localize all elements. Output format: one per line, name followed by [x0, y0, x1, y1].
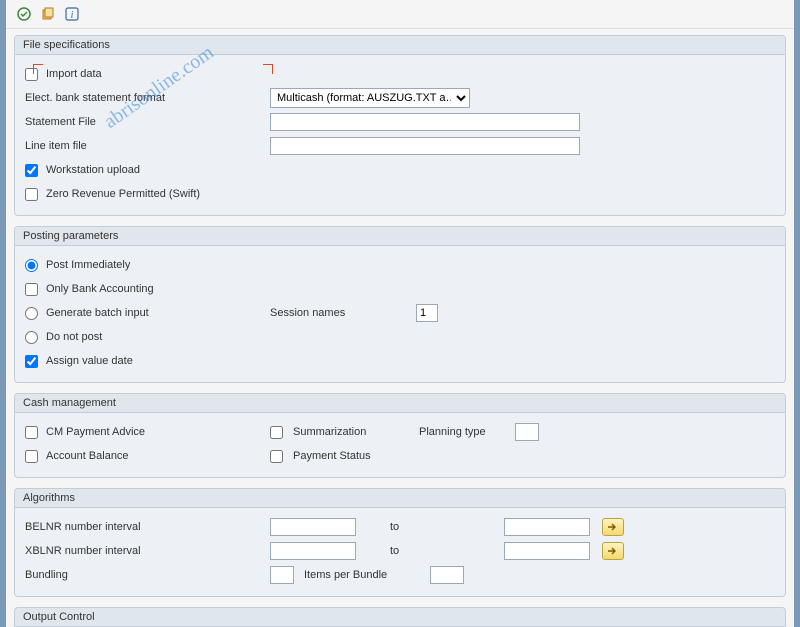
- session-names-input[interactable]: [416, 304, 438, 322]
- xblnr-multi-select-button[interactable]: [602, 542, 624, 560]
- account-balance-label: Account Balance: [46, 450, 129, 462]
- group-title-file-spec: File specifications: [15, 36, 785, 55]
- bundling-label: Bundling: [25, 569, 68, 581]
- belnr-multi-select-button[interactable]: [602, 518, 624, 536]
- post-immediately-radio[interactable]: [25, 259, 38, 272]
- statement-file-input[interactable]: [270, 113, 580, 131]
- xblnr-label: XBLNR number interval: [25, 545, 141, 557]
- to-label: to: [390, 521, 418, 533]
- generate-batch-input-label: Generate batch input: [46, 307, 149, 319]
- required-marker-icon: [263, 64, 273, 74]
- summarization-checkbox[interactable]: [270, 426, 283, 439]
- group-title-cash: Cash management: [15, 394, 785, 413]
- execute-icon[interactable]: [16, 6, 32, 22]
- session-names-label: Session names: [270, 307, 410, 319]
- toolbar: i: [6, 0, 794, 29]
- group-title-posting: Posting parameters: [15, 227, 785, 246]
- group-posting-parameters: Posting parameters Post Immediately Only…: [14, 226, 786, 383]
- xblnr-from-input[interactable]: [270, 542, 356, 560]
- line-item-file-label: Line item file: [25, 140, 87, 152]
- variant-icon[interactable]: [40, 6, 56, 22]
- belnr-from-input[interactable]: [270, 518, 356, 536]
- group-title-algorithms: Algorithms: [15, 489, 785, 508]
- group-file-specifications: abrisonline.com File specifications Impo…: [14, 35, 786, 216]
- items-per-bundle-input[interactable]: [430, 566, 464, 584]
- generate-batch-input-radio[interactable]: [25, 307, 38, 320]
- workstation-upload-checkbox[interactable]: [25, 164, 38, 177]
- statement-file-label: Statement File: [25, 116, 96, 128]
- required-marker-icon: [33, 64, 43, 74]
- group-title-output-control: Output Control: [14, 607, 786, 627]
- format-select[interactable]: Multicash (format: AUSZUG.TXT a…: [270, 88, 470, 108]
- group-cash-management: Cash management CM Payment Advice Summar…: [14, 393, 786, 478]
- assign-value-date-label: Assign value date: [46, 355, 133, 367]
- assign-value-date-checkbox[interactable]: [25, 355, 38, 368]
- bundling-input[interactable]: [270, 566, 294, 584]
- svg-text:i: i: [71, 10, 74, 21]
- summarization-label: Summarization: [293, 426, 413, 438]
- cm-payment-advice-label: CM Payment Advice: [46, 426, 145, 438]
- group-algorithms: Algorithms BELNR number interval to XBLN…: [14, 488, 786, 597]
- belnr-to-input[interactable]: [504, 518, 590, 536]
- planning-type-label: Planning type: [419, 426, 509, 438]
- account-balance-checkbox[interactable]: [25, 450, 38, 463]
- belnr-label: BELNR number interval: [25, 521, 141, 533]
- cm-payment-advice-checkbox[interactable]: [25, 426, 38, 439]
- payment-status-label: Payment Status: [293, 450, 371, 462]
- zero-revenue-label: Zero Revenue Permitted (Swift): [46, 188, 200, 200]
- zero-revenue-checkbox[interactable]: [25, 188, 38, 201]
- to-label: to: [390, 545, 418, 557]
- xblnr-to-input[interactable]: [504, 542, 590, 560]
- items-per-bundle-label: Items per Bundle: [304, 569, 424, 581]
- only-bank-accounting-checkbox[interactable]: [25, 283, 38, 296]
- format-label: Elect. bank statement format: [25, 92, 165, 104]
- planning-type-input[interactable]: [515, 423, 539, 441]
- payment-status-checkbox[interactable]: [270, 450, 283, 463]
- do-not-post-label: Do not post: [46, 331, 102, 343]
- workstation-upload-label: Workstation upload: [46, 164, 140, 176]
- import-data-label: Import data: [46, 68, 102, 80]
- only-bank-accounting-label: Only Bank Accounting: [46, 283, 154, 295]
- info-icon[interactable]: i: [64, 6, 80, 22]
- line-item-file-input[interactable]: [270, 137, 580, 155]
- do-not-post-radio[interactable]: [25, 331, 38, 344]
- post-immediately-label: Post Immediately: [46, 259, 130, 271]
